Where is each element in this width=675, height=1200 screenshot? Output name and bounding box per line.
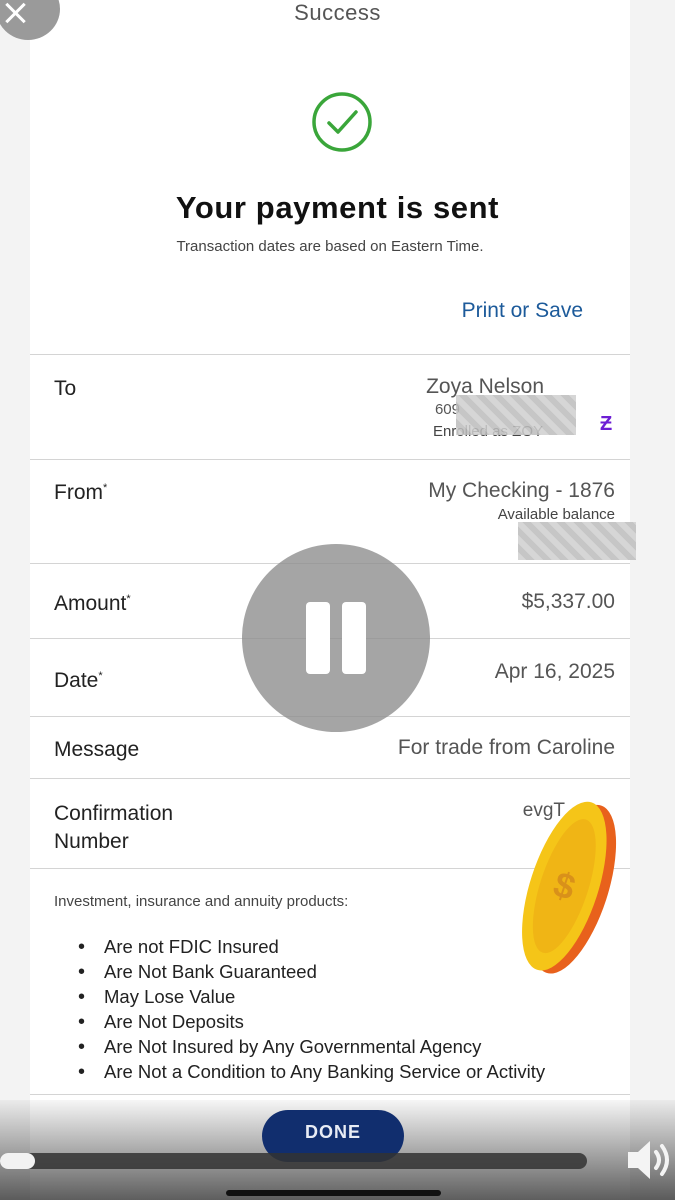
- home-indicator: [226, 1190, 441, 1196]
- list-item: Are Not a Condition to Any Banking Servi…: [78, 1059, 545, 1084]
- from-label: From*: [54, 481, 108, 504]
- list-item: Are not FDIC Insured: [78, 934, 545, 959]
- page-title: Success: [294, 0, 381, 25]
- redacted-balance: [518, 522, 636, 560]
- list-item: Are Not Deposits: [78, 1009, 545, 1034]
- volume-icon[interactable]: [624, 1135, 674, 1185]
- to-label: To: [54, 377, 77, 400]
- confirmation-heading: Your payment is sent: [175, 190, 500, 225]
- disclaimer-title: Investment, insurance and annuity produc…: [54, 893, 349, 910]
- check-circle-icon: [312, 92, 372, 152]
- video-progress-bar[interactable]: [0, 1153, 587, 1169]
- print-or-save-link[interactable]: Print or Save: [462, 299, 583, 323]
- divider: [30, 1094, 630, 1095]
- confirmation-number-label: Confirmation Number: [54, 802, 174, 853]
- amount-label: Amount*: [54, 592, 131, 615]
- message-label: Message: [54, 738, 140, 761]
- video-progress-fill: [0, 1153, 35, 1169]
- message-value: For trade from Caroline: [397, 736, 615, 759]
- list-item: Are Not Insured by Any Governmental Agen…: [78, 1034, 545, 1059]
- pause-icon[interactable]: [242, 544, 430, 732]
- timezone-note: Transaction dates are based on Eastern T…: [176, 238, 484, 255]
- redacted-recipient-info: [456, 395, 576, 435]
- list-item: May Lose Value: [78, 984, 545, 1009]
- zelle-icon: Ƶ: [600, 413, 613, 435]
- list-item: Are Not Bank Guaranteed: [78, 959, 545, 984]
- divider: [30, 459, 630, 460]
- available-balance-label: Available balance: [497, 506, 615, 523]
- date-value: Apr 16, 2025: [494, 660, 615, 683]
- amount-value: $5,337.00: [521, 590, 615, 613]
- from-account: My Checking - 1876: [428, 479, 615, 502]
- date-label: Date*: [54, 669, 103, 692]
- divider: [30, 778, 630, 779]
- divider: [30, 354, 630, 355]
- disclaimer-list: Are not FDIC Insured Are Not Bank Guaran…: [78, 934, 545, 1084]
